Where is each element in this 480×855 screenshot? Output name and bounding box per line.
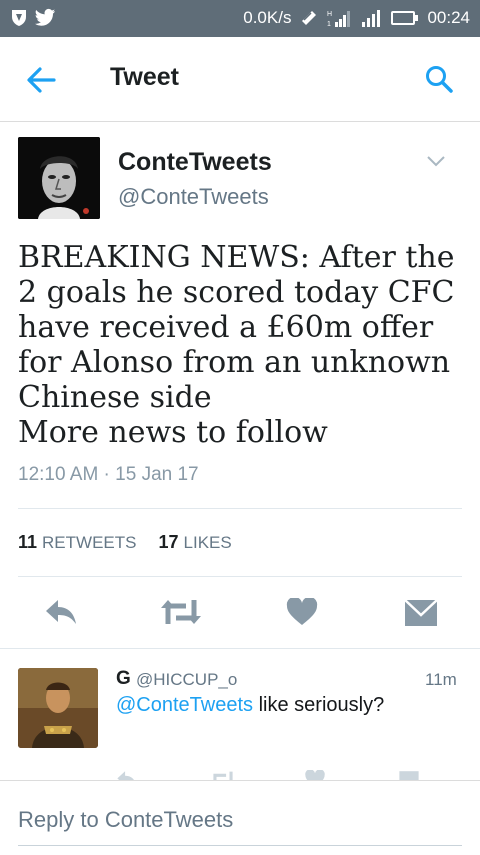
author-name[interactable]: ConteTweets <box>118 148 272 177</box>
app-bar: Tweet <box>0 37 480 122</box>
network-speed: 0.0K/s <box>243 8 292 27</box>
retweets-label: RETWEETS <box>42 533 137 552</box>
shield-app-icon <box>12 10 26 26</box>
avatar[interactable] <box>18 137 100 219</box>
battery-icon <box>391 11 419 25</box>
reply-input-underline <box>18 845 462 846</box>
reply-composer: Reply to ConteTweets <box>0 780 480 855</box>
reply-avatar[interactable] <box>18 668 98 748</box>
svg-text:H: H <box>327 11 332 18</box>
reply-text: @ConteTweets like seriously? <box>116 694 384 717</box>
divider <box>0 648 480 649</box>
author-handle[interactable]: @ConteTweets <box>118 184 269 210</box>
retweets-stat[interactable]: 11 RETWEETS <box>18 532 136 553</box>
reply-actions-partial <box>0 762 480 782</box>
divider <box>18 576 462 577</box>
status-bar: 0.0K/s H 1 00:24 <box>0 0 480 37</box>
message-icon[interactable] <box>404 598 438 628</box>
likes-stat[interactable]: 17 LIKES <box>158 532 231 553</box>
reply-body: like seriously? <box>253 694 385 716</box>
reply-input[interactable]: Reply to ConteTweets <box>18 807 233 833</box>
chevron-down-icon[interactable] <box>426 154 446 168</box>
reply-author-name[interactable]: G <box>116 668 131 690</box>
avatar-portrait-image <box>18 137 100 219</box>
avatar-painting-image <box>18 668 98 748</box>
likes-count: 17 <box>158 532 179 552</box>
heart-icon[interactable] <box>286 598 318 626</box>
reply-author-handle[interactable]: @HICCUP_o <box>136 670 237 690</box>
cellular-signal-2-icon <box>362 10 381 27</box>
mention-link[interactable]: @ConteTweets <box>116 694 253 716</box>
tweet-text: BREAKING NEWS: After the 2 goals he scor… <box>18 240 455 450</box>
svg-text:1: 1 <box>327 21 331 28</box>
reply-time: 11m <box>425 670 457 689</box>
tweet-timestamp: 12:10 AM · 15 Jan 17 <box>18 464 199 485</box>
divider <box>18 508 462 509</box>
retweet-icon[interactable] <box>160 598 202 626</box>
arrow-left-icon[interactable] <box>24 65 58 95</box>
reply-icon[interactable] <box>44 598 78 626</box>
tweet-stats: 11 RETWEETS 17 LIKES <box>18 532 232 553</box>
cellular-signal-1-icon: H 1 <box>327 11 351 28</box>
search-icon[interactable] <box>424 64 454 94</box>
likes-label: LIKES <box>183 533 232 552</box>
retweets-count: 11 <box>18 532 38 552</box>
sync-icon <box>302 11 317 25</box>
clock: 00:24 <box>427 8 470 27</box>
twitter-bird-icon <box>34 8 56 26</box>
page-title: Tweet <box>110 63 179 91</box>
